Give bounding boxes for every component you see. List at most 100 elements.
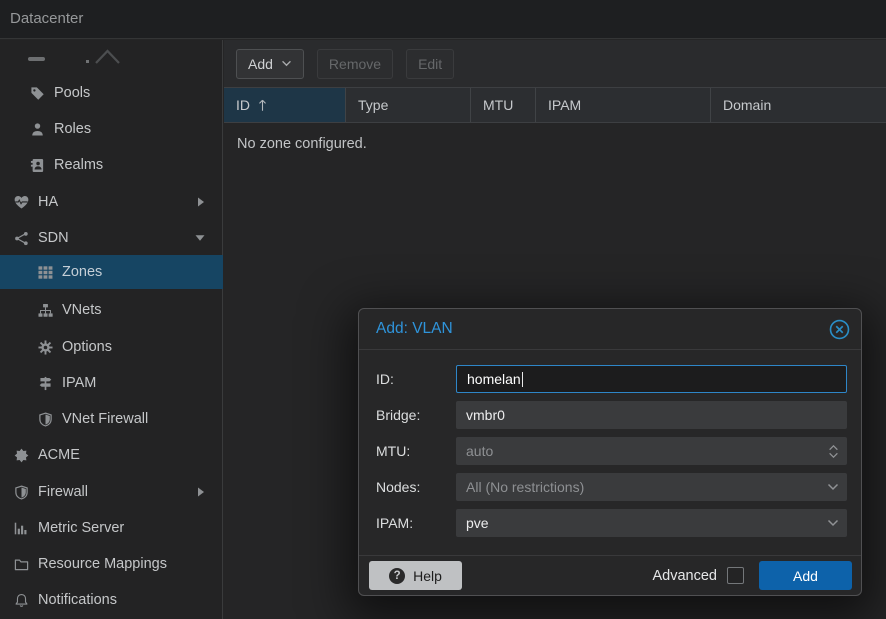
field-row-id: ID: homelan (359, 365, 861, 393)
sort-ascending-icon (258, 99, 267, 112)
ipam-select-value: pve (466, 515, 489, 531)
sidebar-item-pools[interactable]: Pools (0, 76, 223, 110)
sidebar-item-label: Metric Server (38, 520, 124, 536)
sidebar-item-acme[interactable]: ACME (0, 438, 223, 472)
advanced-checkbox[interactable] (727, 567, 744, 584)
sidebar-item-label: VNet Firewall (62, 411, 148, 427)
ipam-field-label: IPAM: (376, 509, 413, 537)
sidebar-item-label: VNets (62, 302, 102, 318)
chevron-down-icon[interactable] (827, 473, 839, 501)
edit-button[interactable]: Edit (406, 49, 454, 79)
remove-button[interactable]: Remove (317, 49, 393, 79)
bell-icon (12, 592, 30, 608)
column-header-ipam[interactable]: IPAM (536, 88, 711, 122)
add-button[interactable]: Add (236, 49, 304, 79)
sidebar-item-label: Resource Mappings (38, 556, 167, 572)
caret-down-icon (195, 234, 205, 242)
edit-button-label: Edit (418, 56, 442, 72)
caret-right-icon (197, 197, 205, 207)
bar-chart-icon (12, 520, 30, 536)
id-field-label: ID: (376, 365, 394, 393)
top-bar: Datacenter (0, 0, 886, 39)
id-input[interactable]: homelan (456, 365, 847, 393)
sidebar-item-resource-mappings[interactable]: Resource Mappings (0, 547, 223, 581)
sidebar-item-label: SDN (38, 230, 69, 246)
clipped-row-fragment (86, 60, 89, 63)
sidebar-item-ha[interactable]: HA (0, 185, 223, 219)
column-header-mtu[interactable]: MTU (471, 88, 536, 122)
mtu-spinner[interactable]: auto (456, 437, 847, 465)
network-icon (12, 230, 30, 246)
dialog-footer: ? Help Advanced Add (359, 555, 861, 595)
sidebar-item-label: Notifications (38, 592, 117, 608)
sidebar-item-label: Pools (54, 85, 90, 101)
column-label: IPAM (548, 97, 581, 113)
sidebar-item-ipam[interactable]: IPAM (0, 366, 223, 400)
mtu-placeholder-value: auto (466, 443, 493, 459)
gear-icon (36, 339, 54, 355)
shield-icon (36, 411, 54, 427)
certificate-icon (12, 447, 30, 463)
chevron-down-icon (281, 60, 292, 67)
sidebar-item-label: IPAM (62, 375, 96, 391)
text-cursor (522, 372, 523, 387)
clipped-row-fragment (28, 57, 45, 61)
nodes-field-label: Nodes: (376, 473, 420, 501)
shield-icon (12, 484, 30, 500)
sidebar-nav: Pools Roles Realms HA SDN Zones VNets (0, 40, 223, 619)
caret-right-icon (197, 487, 205, 497)
sidebar-item-notifications[interactable]: Notifications (0, 583, 223, 617)
bridge-input[interactable]: vmbr0 (456, 401, 847, 429)
help-button-label: Help (413, 568, 442, 584)
proxmox-app: Datacenter Pools Roles Realms HA SDN (0, 0, 886, 619)
field-row-bridge: Bridge: vmbr0 (359, 401, 861, 429)
field-row-mtu: MTU: auto (359, 437, 861, 465)
chevron-down-icon[interactable] (827, 509, 839, 537)
sidebar-item-options[interactable]: Options (0, 330, 223, 364)
chevron-up-icon (94, 47, 121, 65)
add-vlan-dialog: Add: VLAN ID: homelan Bridge: vmbr0 MTU:… (358, 308, 862, 596)
sidebar-item-roles[interactable]: Roles (0, 112, 223, 146)
sidebar-item-realms[interactable]: Realms (0, 148, 223, 182)
folder-icon (12, 556, 30, 572)
sidebar-item-firewall[interactable]: Firewall (0, 475, 223, 509)
spinner-up-down-icon[interactable] (828, 437, 839, 465)
id-input-value: homelan (467, 371, 521, 387)
field-row-ipam: IPAM: pve (359, 509, 861, 537)
sidebar-item-zones[interactable]: Zones (0, 255, 223, 289)
sidebar-item-label: Zones (62, 264, 102, 280)
remove-button-label: Remove (329, 56, 381, 72)
nodes-select[interactable]: All (No restrictions) (456, 473, 847, 501)
sidebar-item-label: HA (38, 194, 58, 210)
column-header-id[interactable]: ID (224, 88, 346, 122)
sidebar-item-label: Roles (54, 121, 91, 137)
submit-add-label: Add (793, 568, 818, 584)
field-row-nodes: Nodes: All (No restrictions) (359, 473, 861, 501)
column-header-domain[interactable]: Domain (711, 88, 886, 122)
close-icon[interactable] (829, 319, 850, 340)
grid-icon (36, 264, 54, 280)
submit-add-button[interactable]: Add (759, 561, 852, 590)
column-label: ID (236, 97, 250, 113)
add-button-label: Add (248, 56, 273, 72)
sidebar-item-vnet-firewall[interactable]: VNet Firewall (0, 402, 223, 436)
bridge-input-value: vmbr0 (466, 407, 505, 423)
sidebar-item-metric-server[interactable]: Metric Server (0, 511, 223, 545)
column-header-type[interactable]: Type (346, 88, 471, 122)
dialog-title: Add: VLAN (376, 309, 453, 349)
zones-table-header: ID Type MTU IPAM Domain (224, 87, 886, 123)
sitemap-icon (36, 302, 54, 318)
dialog-header[interactable]: Add: VLAN (359, 309, 861, 350)
column-label: Type (358, 97, 388, 113)
user-icon (28, 121, 46, 137)
heartbeat-icon (12, 194, 30, 210)
zones-toolbar: Add Remove Edit (224, 40, 886, 87)
ipam-select[interactable]: pve (456, 509, 847, 537)
page-title: Datacenter (10, 0, 83, 38)
sidebar-item-label: Realms (54, 157, 103, 173)
sidebar-item-label: Options (62, 339, 112, 355)
question-mark-icon: ? (389, 568, 405, 584)
sidebar-item-vnets[interactable]: VNets (0, 293, 223, 327)
help-button[interactable]: ? Help (369, 561, 462, 590)
sidebar-item-sdn[interactable]: SDN (0, 221, 223, 255)
